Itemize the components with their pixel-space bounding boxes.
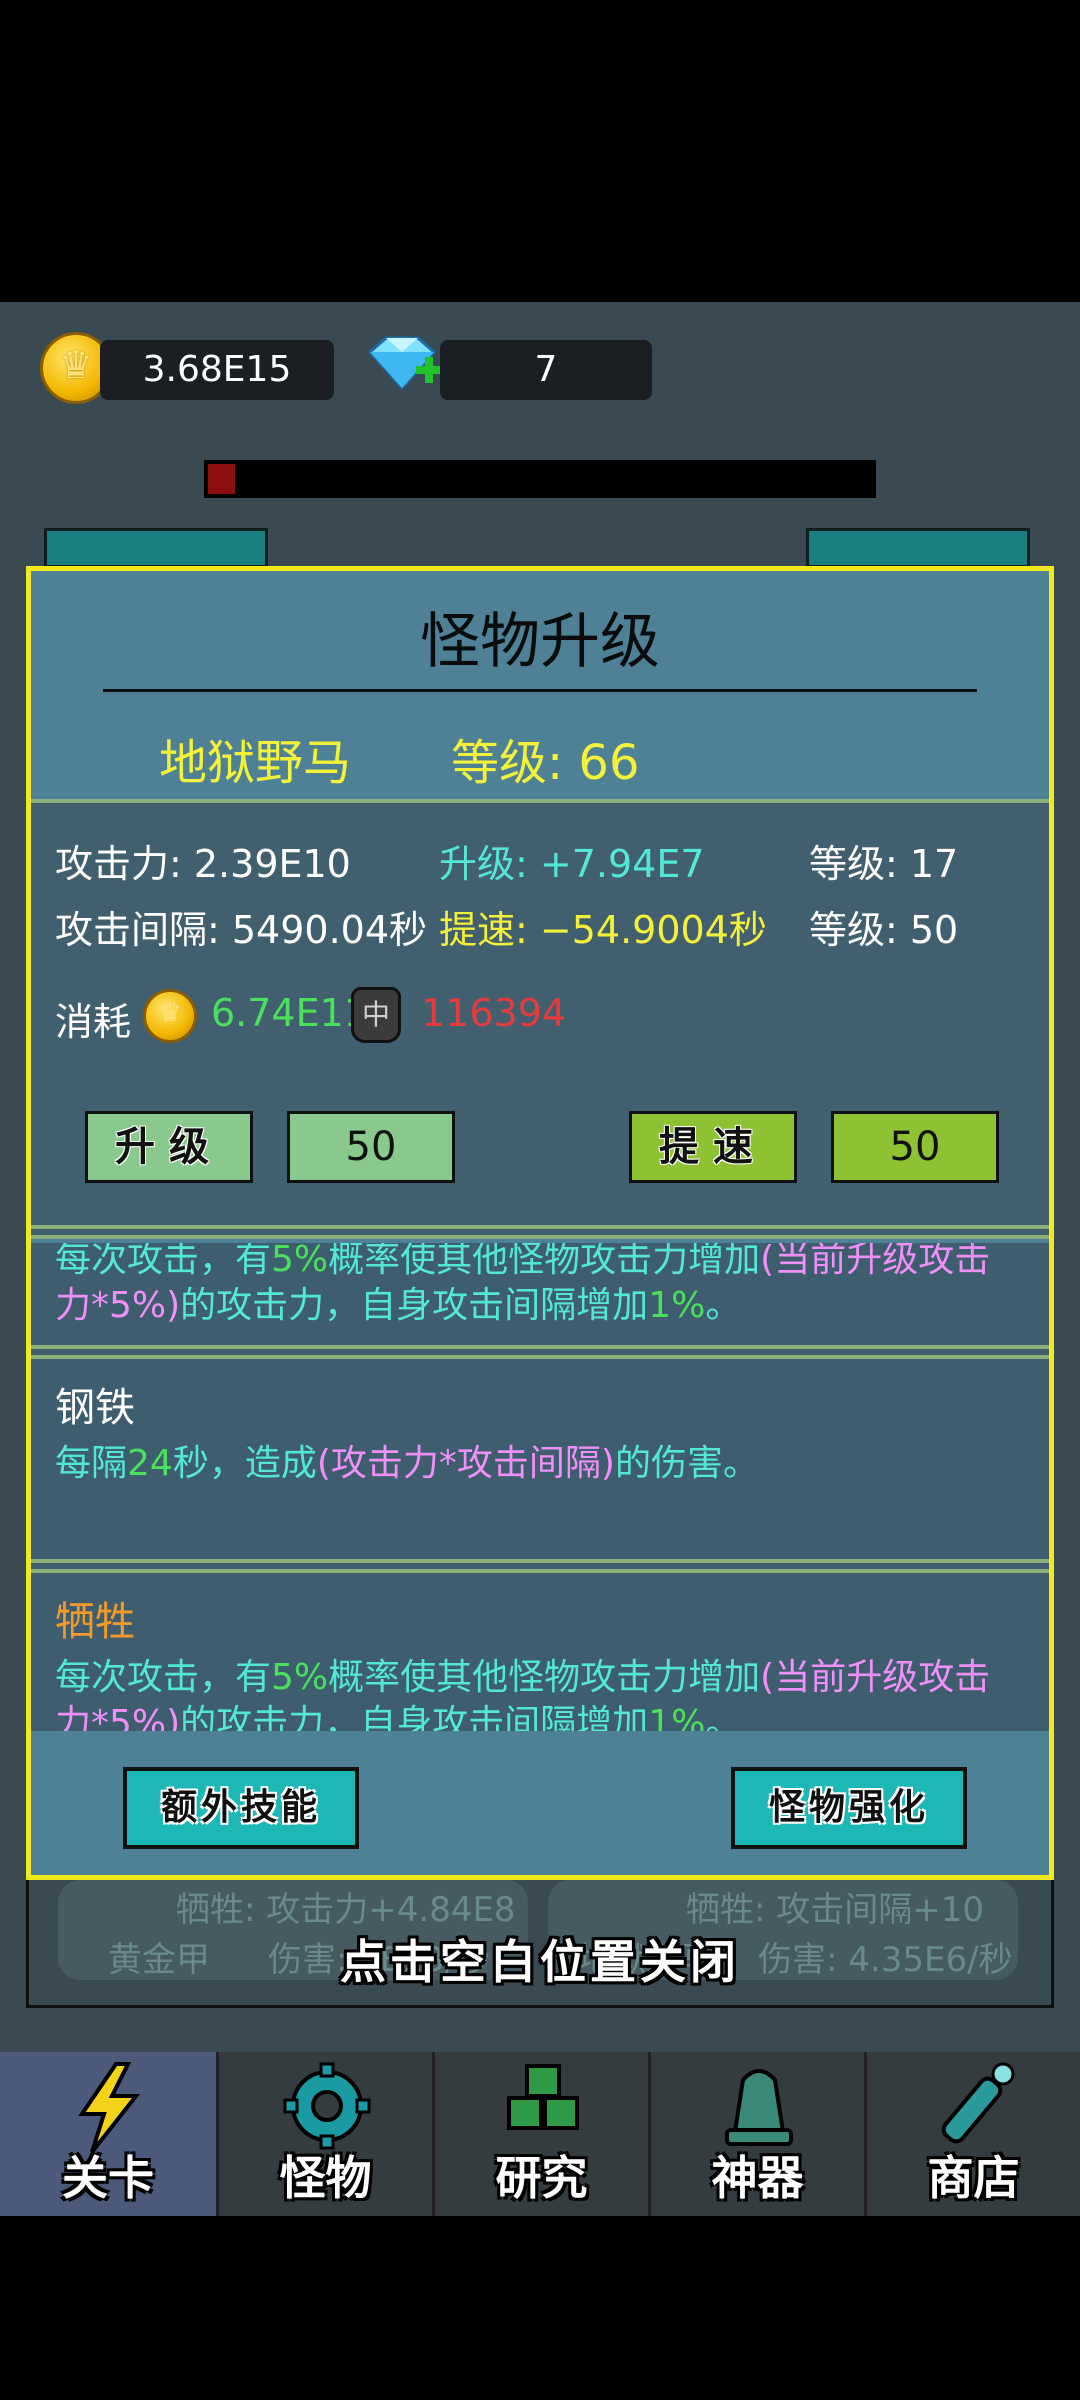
attack-level: 等级: 17 [809, 842, 959, 886]
dialog-footer: 额外技能 怪物强化 [31, 1731, 1049, 1875]
bg-card-right-line1: 牺牲: 攻击间隔+10 [686, 1890, 985, 1930]
tab-label: 研究 [495, 2151, 588, 2205]
cost-coins: 6.74E11 [211, 991, 368, 1035]
skill-divider [31, 1345, 1049, 1359]
monster-name: 地狱野马 [159, 735, 352, 791]
cost-stones: 116394 [421, 991, 567, 1035]
cost-label: 消耗 [55, 1000, 132, 1044]
upgrade-button[interactable]: 升级 [85, 1111, 253, 1183]
coin-counter: 3.68E15 [100, 340, 334, 400]
background-right-button [806, 528, 1030, 568]
close-hint-text[interactable]: 点击空白位置关闭 [0, 1926, 1080, 1992]
stone-icon: 中 [351, 987, 401, 1043]
interval-value: 攻击间隔: 5490.04秒 [55, 908, 428, 952]
gem-counter: 7 [440, 340, 652, 400]
coin-icon [143, 989, 197, 1043]
tab-artifact[interactable]: 神器 [648, 2052, 864, 2216]
section-divider [31, 1225, 1049, 1239]
bottom-tab-bar: 关卡 怪物 研究 神器 商店 [0, 2052, 1080, 2216]
stats-panel: 攻击力: 2.39E10 升级: +7.94E7 等级: 17 攻击间隔: 54… [31, 803, 1049, 1233]
tab-stage[interactable]: 关卡 [0, 2052, 216, 2216]
stage-progress-fill [208, 464, 235, 494]
bg-card-left-line1: 牺牲: 攻击力+4.84E8 [176, 1890, 516, 1930]
skill-description: 每次攻击，有5%概率使其他怪物攻击力增加(当前升级攻击力*5%)的攻击力，自身攻… [55, 1243, 991, 1326]
skill-item: 钢铁 每隔24秒，造成(攻击力*攻击间隔)的伤害。 [31, 1359, 1049, 1559]
attack-upgrade-delta: 升级: +7.94E7 [439, 842, 705, 886]
dialog-title: 怪物升级 [420, 607, 660, 677]
speedup-button[interactable]: 提速 [629, 1111, 797, 1183]
tab-label: 关卡 [62, 2151, 154, 2205]
monster-upgrade-dialog: 怪物升级 地狱野马 等级: 66 攻击力: 2.39E10 升级: +7.94E… [26, 566, 1054, 1880]
extra-skill-button[interactable]: 额外技能 [123, 1767, 359, 1849]
monster-enhance-button[interactable]: 怪物强化 [731, 1767, 967, 1849]
stage-progress-bar [204, 460, 876, 498]
background-left-button [44, 528, 268, 568]
attack-value: 攻击力: 2.39E10 [55, 842, 351, 886]
title-divider [103, 689, 977, 692]
skill-item: 每次攻击，有5%概率使其他怪物攻击力增加(当前升级攻击力*5%)的攻击力，自身攻… [31, 1243, 1049, 1345]
speedup-amount-button[interactable]: 50 [831, 1111, 999, 1183]
skill-item: 牺牲 每次攻击，有5%概率使其他怪物攻击力增加(当前升级攻击力*5%)的攻击力，… [31, 1573, 1049, 1731]
skills-list[interactable]: 每次攻击，有5%概率使其他怪物攻击力增加(当前升级攻击力*5%)的攻击力，自身攻… [31, 1243, 1049, 1731]
interval-speedup-delta: 提速: −54.9004秒 [439, 908, 767, 952]
upgrade-amount-button[interactable]: 50 [287, 1111, 455, 1183]
skill-description: 每次攻击，有5%概率使其他怪物攻击力增加(当前升级攻击力*5%)的攻击力，自身攻… [55, 1657, 991, 1731]
skill-name: 钢铁 [55, 1385, 135, 1431]
monster-level: 等级: 66 [451, 735, 640, 791]
skill-name: 牺牲 [55, 1599, 135, 1645]
skill-description: 每隔24秒，造成(攻击力*攻击间隔)的伤害。 [55, 1443, 759, 1484]
tab-label: 神器 [711, 2151, 804, 2205]
tab-label: 怪物 [279, 2151, 372, 2205]
tab-label: 商店 [927, 2151, 1020, 2205]
tab-shop[interactable]: 商店 [864, 2052, 1080, 2216]
tab-research[interactable]: 研究 [432, 2052, 648, 2216]
diamond-plus-icon[interactable] [360, 332, 444, 402]
tab-monster[interactable]: 怪物 [216, 2052, 432, 2216]
interval-level: 等级: 50 [809, 908, 959, 952]
skill-divider [31, 1559, 1049, 1573]
